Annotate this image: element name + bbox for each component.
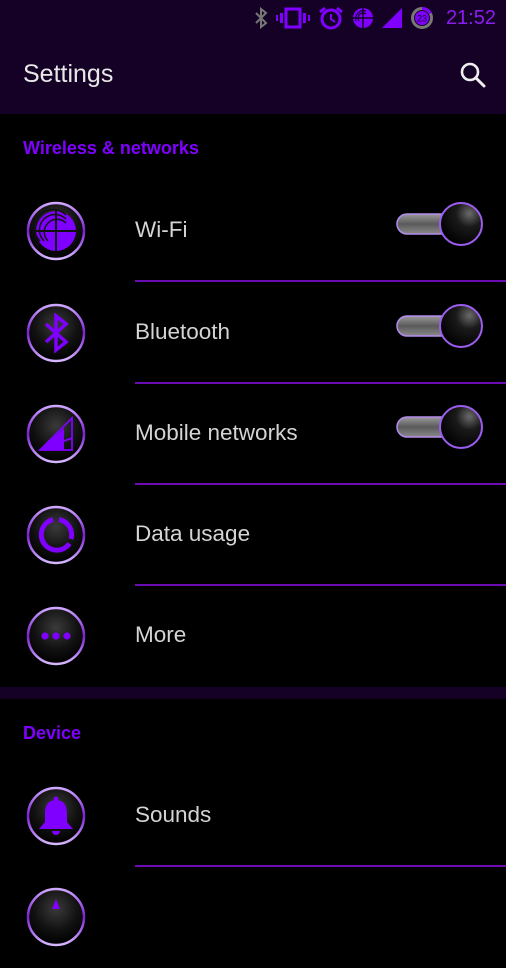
bluetooth-icon	[26, 303, 86, 363]
wifi-icon	[352, 8, 373, 28]
wifi-icon	[26, 201, 86, 261]
setting-item-data-usage[interactable]: Data usage	[0, 485, 506, 586]
bell-icon	[26, 786, 86, 846]
bluetooth-icon	[255, 7, 268, 29]
wifi-toggle[interactable]	[395, 200, 485, 248]
more-icon	[26, 606, 86, 666]
section-header-device: Device	[23, 723, 82, 743]
signal-icon	[381, 8, 402, 28]
setting-label: More	[135, 622, 187, 647]
setting-item-sounds[interactable]: Sounds	[0, 766, 506, 867]
setting-label: Data usage	[135, 521, 251, 546]
vibrate-icon	[275, 7, 310, 29]
search-icon	[460, 62, 486, 88]
setting-item-wifi[interactable]: Wi-Fi	[0, 181, 506, 282]
partial-icon	[26, 887, 86, 947]
page-title: Settings	[23, 60, 114, 88]
app-bar: Settings	[0, 36, 506, 114]
setting-label: Bluetooth	[135, 319, 231, 344]
setting-item-bluetooth[interactable]: Bluetooth	[0, 283, 506, 384]
divider	[135, 280, 506, 282]
alarm-icon	[319, 6, 343, 30]
setting-item-partial[interactable]	[0, 867, 506, 968]
setting-label: Mobile networks	[135, 420, 298, 445]
clock: 21:52	[445, 6, 496, 29]
section-header-wireless: Wireless & networks	[23, 138, 199, 158]
svg-text:23: 23	[417, 14, 427, 24]
setting-item-mobile-networks[interactable]: Mobile networks	[0, 384, 506, 485]
bluetooth-toggle[interactable]	[395, 302, 485, 350]
section-separator	[0, 687, 506, 699]
setting-label: Sounds	[135, 802, 212, 827]
setting-item-more[interactable]: More	[0, 586, 506, 687]
mobile-networks-toggle[interactable]	[395, 403, 485, 451]
search-button[interactable]	[458, 60, 488, 90]
setting-label: Wi-Fi	[135, 217, 188, 242]
data-usage-icon	[26, 505, 86, 565]
battery-icon: 23	[410, 6, 433, 29]
signal-icon	[26, 404, 86, 464]
status-bar: 23 21:52	[0, 0, 506, 36]
